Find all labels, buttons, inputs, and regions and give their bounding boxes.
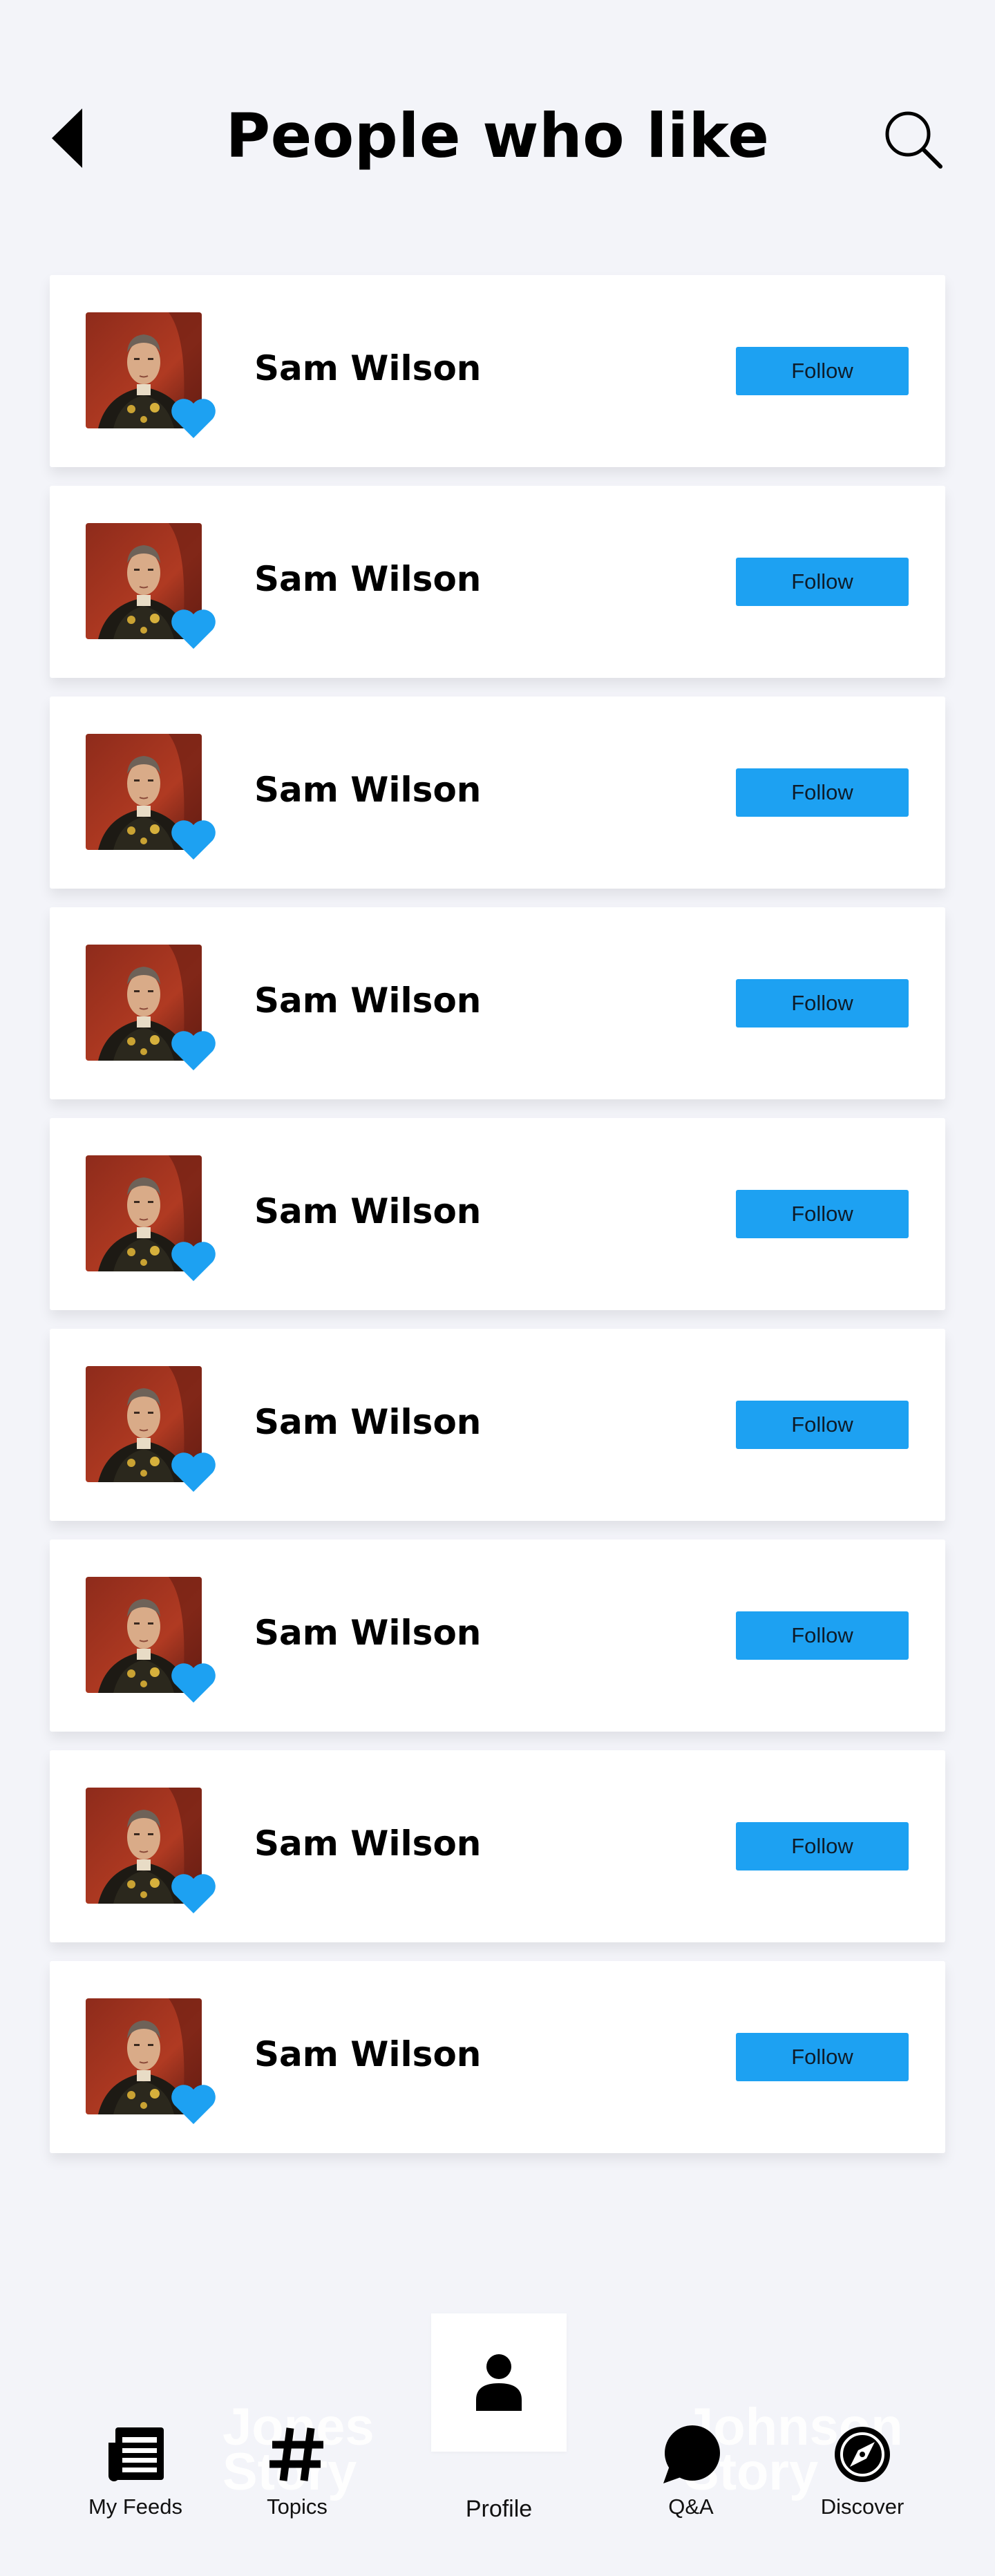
person-card[interactable]: Sam Wilson Follow (50, 1118, 945, 1310)
user-name[interactable]: Sam Wilson (254, 348, 481, 388)
heart-icon (171, 1242, 216, 1281)
bottom-navigation: Jones Story Johnson Story My Feeds Topic… (0, 2294, 995, 2576)
user-name[interactable]: Sam Wilson (254, 2034, 481, 2074)
person-card[interactable]: Sam Wilson Follow (50, 1329, 945, 1521)
follow-button[interactable]: Follow (736, 1822, 909, 1871)
nav-label-topics: Topics (267, 2494, 328, 2519)
heart-icon (171, 399, 216, 438)
person-card[interactable]: Sam Wilson Follow (50, 1750, 945, 1942)
avatar[interactable] (86, 312, 216, 438)
follow-button[interactable]: Follow (736, 768, 909, 817)
nav-item-my-feeds[interactable]: My Feeds (75, 2420, 196, 2519)
avatar[interactable] (86, 1155, 216, 1281)
avatar[interactable] (86, 523, 216, 649)
avatar[interactable] (86, 1366, 216, 1492)
heart-icon (171, 820, 216, 860)
people-list: Sam Wilson Follow Sam Wilson Follow Sam … (50, 275, 945, 2172)
user-name[interactable]: Sam Wilson (254, 981, 481, 1021)
profile-button[interactable] (431, 2313, 567, 2452)
user-name[interactable]: Sam Wilson (254, 770, 481, 810)
person-card[interactable]: Sam Wilson Follow (50, 1961, 945, 2153)
nav-item-topics[interactable]: Topics (240, 2420, 354, 2519)
person-card[interactable]: Sam Wilson Follow (50, 1540, 945, 1732)
user-name[interactable]: Sam Wilson (254, 559, 481, 599)
nav-label-profile: Profile (465, 2496, 533, 2522)
heart-icon (171, 2085, 216, 2124)
person-card[interactable]: Sam Wilson Follow (50, 697, 945, 889)
follow-button[interactable]: Follow (736, 347, 909, 395)
heart-icon (171, 1031, 216, 1070)
nav-label-my-feeds: My Feeds (88, 2494, 183, 2519)
nav-label-qa: Q&A (668, 2494, 714, 2519)
nav-item-discover[interactable]: Discover (807, 2420, 918, 2519)
header: People who like (0, 0, 995, 207)
avatar[interactable] (86, 734, 216, 860)
heart-icon (171, 1452, 216, 1492)
avatar[interactable] (86, 1577, 216, 1703)
heart-icon (171, 1663, 216, 1703)
follow-button[interactable]: Follow (736, 1611, 909, 1660)
person-card[interactable]: Sam Wilson Follow (50, 486, 945, 678)
chat-bubble-icon (663, 2425, 720, 2483)
user-name[interactable]: Sam Wilson (254, 1824, 481, 1864)
page-title: People who like (225, 100, 770, 171)
heart-icon (171, 609, 216, 649)
search-button[interactable] (879, 105, 948, 174)
heart-icon (171, 1874, 216, 1913)
follow-button[interactable]: Follow (736, 2033, 909, 2081)
news-feed-icon (108, 2427, 164, 2481)
person-icon (476, 2354, 522, 2411)
person-card[interactable]: Sam Wilson Follow (50, 275, 945, 467)
person-card[interactable]: Sam Wilson Follow (50, 907, 945, 1099)
avatar[interactable] (86, 1788, 216, 1913)
follow-button[interactable]: Follow (736, 1401, 909, 1449)
nav-label-discover: Discover (820, 2494, 904, 2519)
nav-item-qa[interactable]: Q&A (643, 2420, 739, 2519)
user-name[interactable]: Sam Wilson (254, 1613, 481, 1653)
user-name[interactable]: Sam Wilson (254, 1191, 481, 1231)
avatar[interactable] (86, 945, 216, 1070)
hashtag-icon (269, 2427, 323, 2481)
compass-icon (835, 2427, 890, 2482)
people-who-like-screen: People who like Sam Wilson Follow Sam Wi… (0, 0, 995, 2576)
follow-button[interactable]: Follow (736, 558, 909, 606)
user-name[interactable]: Sam Wilson (254, 1402, 481, 1442)
search-icon (885, 111, 942, 169)
follow-button[interactable]: Follow (736, 979, 909, 1027)
follow-button[interactable]: Follow (736, 1190, 909, 1238)
avatar[interactable] (86, 1998, 216, 2124)
